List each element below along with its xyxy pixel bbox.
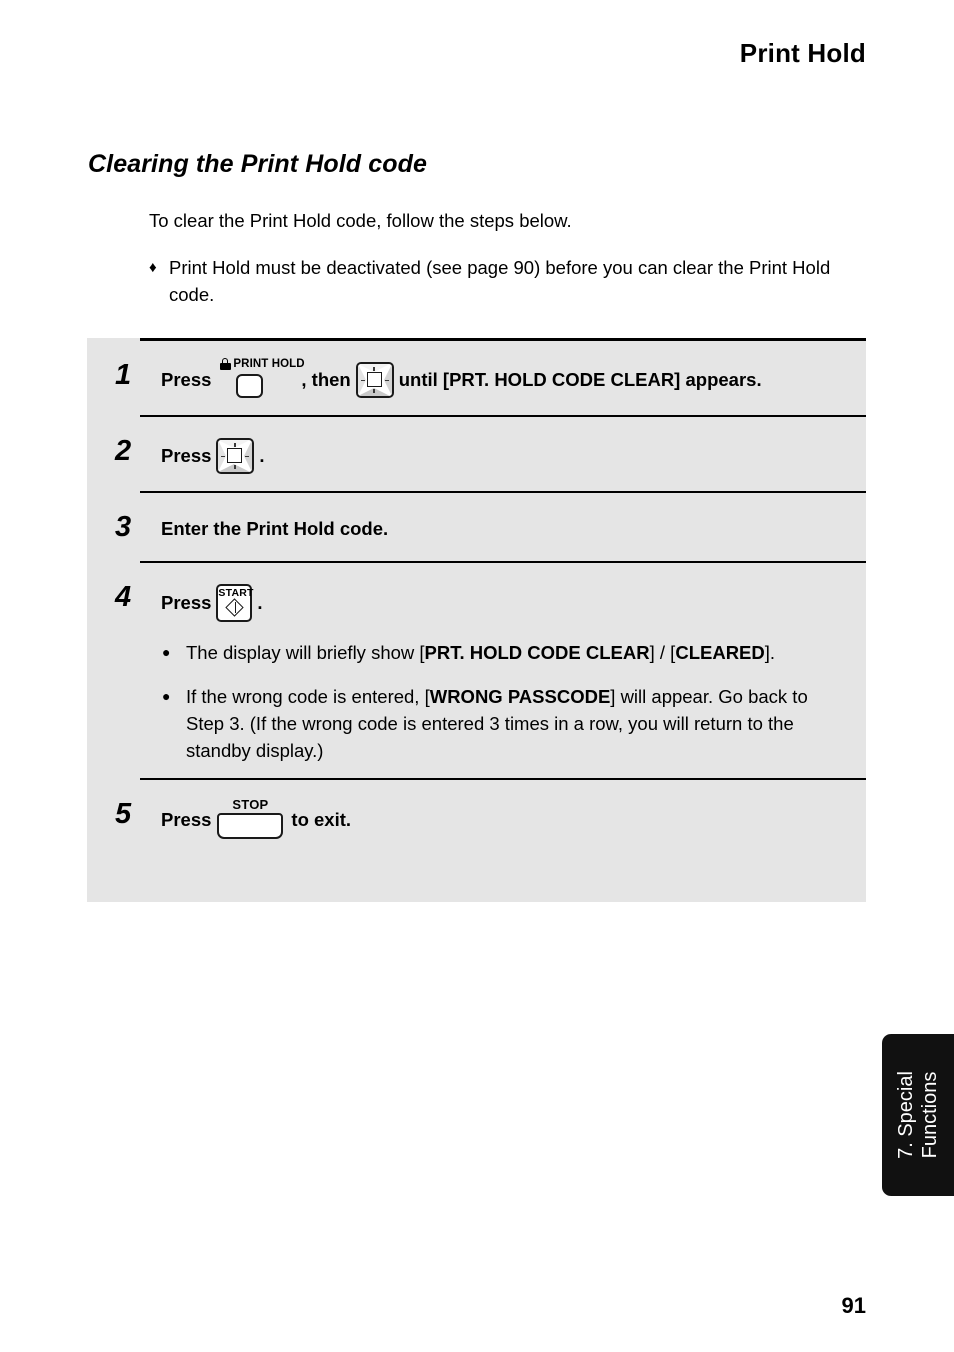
navigation-key-icon[interactable] bbox=[216, 438, 255, 474]
note-1-part1: The display will briefly show [ bbox=[186, 642, 425, 663]
step-2-press-label: Press bbox=[161, 445, 212, 466]
steps-panel: 1 Press PRINT HOLD , then until [PRT. HO… bbox=[87, 338, 866, 902]
step-3: 3 Enter the Print Hold code. bbox=[87, 493, 866, 561]
step-3-text: Enter the Print Hold code. bbox=[161, 518, 389, 539]
step-5-press-label: Press bbox=[161, 809, 212, 830]
step-2: 2 Press . bbox=[87, 417, 866, 491]
start-key-icon[interactable]: START bbox=[216, 584, 253, 622]
chapter-side-tab-line-1: 7. Special bbox=[895, 1071, 917, 1159]
print-hold-key-caption: PRINT HOLD bbox=[219, 358, 305, 370]
stop-key-icon[interactable]: STOP bbox=[217, 797, 284, 839]
note-row: ♦ Print Hold must be deactivated (see pa… bbox=[149, 254, 869, 308]
print-hold-key-icon[interactable]: PRINT HOLD bbox=[219, 358, 305, 398]
print-hold-key-label: PRINT HOLD bbox=[233, 358, 305, 370]
arrow-up-icon bbox=[373, 367, 375, 371]
print-hold-key-button[interactable] bbox=[236, 374, 264, 398]
step-4-note-2: ● If the wrong code is entered, [WRONG P… bbox=[162, 683, 840, 764]
step-4-note-2-text: If the wrong code is entered, [WRONG PAS… bbox=[186, 683, 840, 764]
step-4-number: 4 bbox=[115, 581, 132, 613]
section-heading: Clearing the Print Hold code bbox=[88, 150, 427, 178]
step-5-tail-text: to exit. bbox=[291, 809, 352, 830]
note-1-bold2: CLEARED bbox=[675, 642, 765, 663]
step-4: 4 Press START . bbox=[87, 563, 866, 639]
arrow-right-icon bbox=[384, 379, 389, 382]
page-number: 91 bbox=[841, 1293, 866, 1318]
intro-paragraph: To clear the Print Hold code, follow the… bbox=[149, 210, 572, 231]
step-5-number: 5 bbox=[115, 798, 132, 830]
arrow-up-icon bbox=[233, 443, 236, 447]
note-1-part3: ]. bbox=[764, 642, 776, 663]
step-3-body: Enter the Print Hold code. bbox=[161, 510, 852, 544]
step-1-tail-text: until [PRT. HOLD CODE CLEAR] appears. bbox=[398, 369, 762, 390]
step-4-notes: ● The display will briefly show [PRT. HO… bbox=[87, 639, 866, 778]
navigation-key-center bbox=[227, 448, 243, 463]
step-4-body: Press START . bbox=[161, 580, 852, 622]
step-1-body: Press PRINT HOLD , then until [PRT. HOLD… bbox=[161, 358, 852, 398]
arrow-right-icon bbox=[245, 455, 250, 458]
step-3-number: 3 bbox=[115, 511, 132, 543]
note-block: ♦ Print Hold must be deactivated (see pa… bbox=[149, 254, 869, 308]
step-4-note-1: ● The display will briefly show [PRT. HO… bbox=[162, 639, 840, 666]
arrow-down-icon bbox=[373, 389, 375, 393]
step-4-period: . bbox=[257, 592, 263, 613]
note-2-bold1: WRONG PASSCODE bbox=[429, 686, 611, 707]
step-4-note-1-text: The display will briefly show [PRT. HOLD… bbox=[186, 639, 840, 666]
step-1-press-label: Press bbox=[161, 369, 212, 390]
note-1-bold1: PRT. HOLD CODE CLEAR bbox=[424, 642, 650, 663]
stop-key-label: STOP bbox=[232, 797, 269, 812]
start-diamond-bar bbox=[234, 602, 237, 613]
arrow-left-icon bbox=[360, 379, 365, 382]
step-2-body: Press . bbox=[161, 434, 852, 474]
note-2-part1: If the wrong code is entered, [ bbox=[186, 686, 430, 707]
chapter-side-tab-text: 7. Special Functions bbox=[894, 1071, 942, 1159]
step-4-press-label: Press bbox=[161, 592, 212, 613]
diamond-bullet-icon: ♦ bbox=[149, 259, 157, 276]
step-2-period: . bbox=[259, 445, 265, 466]
chapter-side-tab-line-2: Functions bbox=[919, 1071, 941, 1159]
step-1: 1 Press PRINT HOLD , then until [PRT. HO… bbox=[87, 341, 866, 415]
round-bullet-icon: ● bbox=[162, 688, 171, 704]
stop-key-button[interactable] bbox=[217, 813, 284, 839]
step-5-body: Press STOP to exit. bbox=[161, 797, 852, 839]
navigation-key-center bbox=[366, 372, 382, 387]
step-1-number: 1 bbox=[115, 359, 132, 391]
chapter-side-tab: 7. Special Functions bbox=[882, 1034, 954, 1196]
arrow-down-icon bbox=[233, 465, 236, 469]
note-text: Print Hold must be deactivated (see page… bbox=[169, 257, 831, 305]
step-5: 5 Press STOP to exit. bbox=[87, 780, 866, 856]
navigation-key-icon[interactable] bbox=[355, 362, 394, 398]
step-1-then-label: , then bbox=[301, 369, 351, 390]
note-1-part2: ] / [ bbox=[649, 642, 676, 663]
arrow-left-icon bbox=[221, 455, 226, 458]
step-2-number: 2 bbox=[115, 435, 132, 467]
round-bullet-icon: ● bbox=[162, 644, 171, 660]
page-header: Print Hold bbox=[739, 38, 866, 68]
lock-icon bbox=[219, 358, 231, 370]
